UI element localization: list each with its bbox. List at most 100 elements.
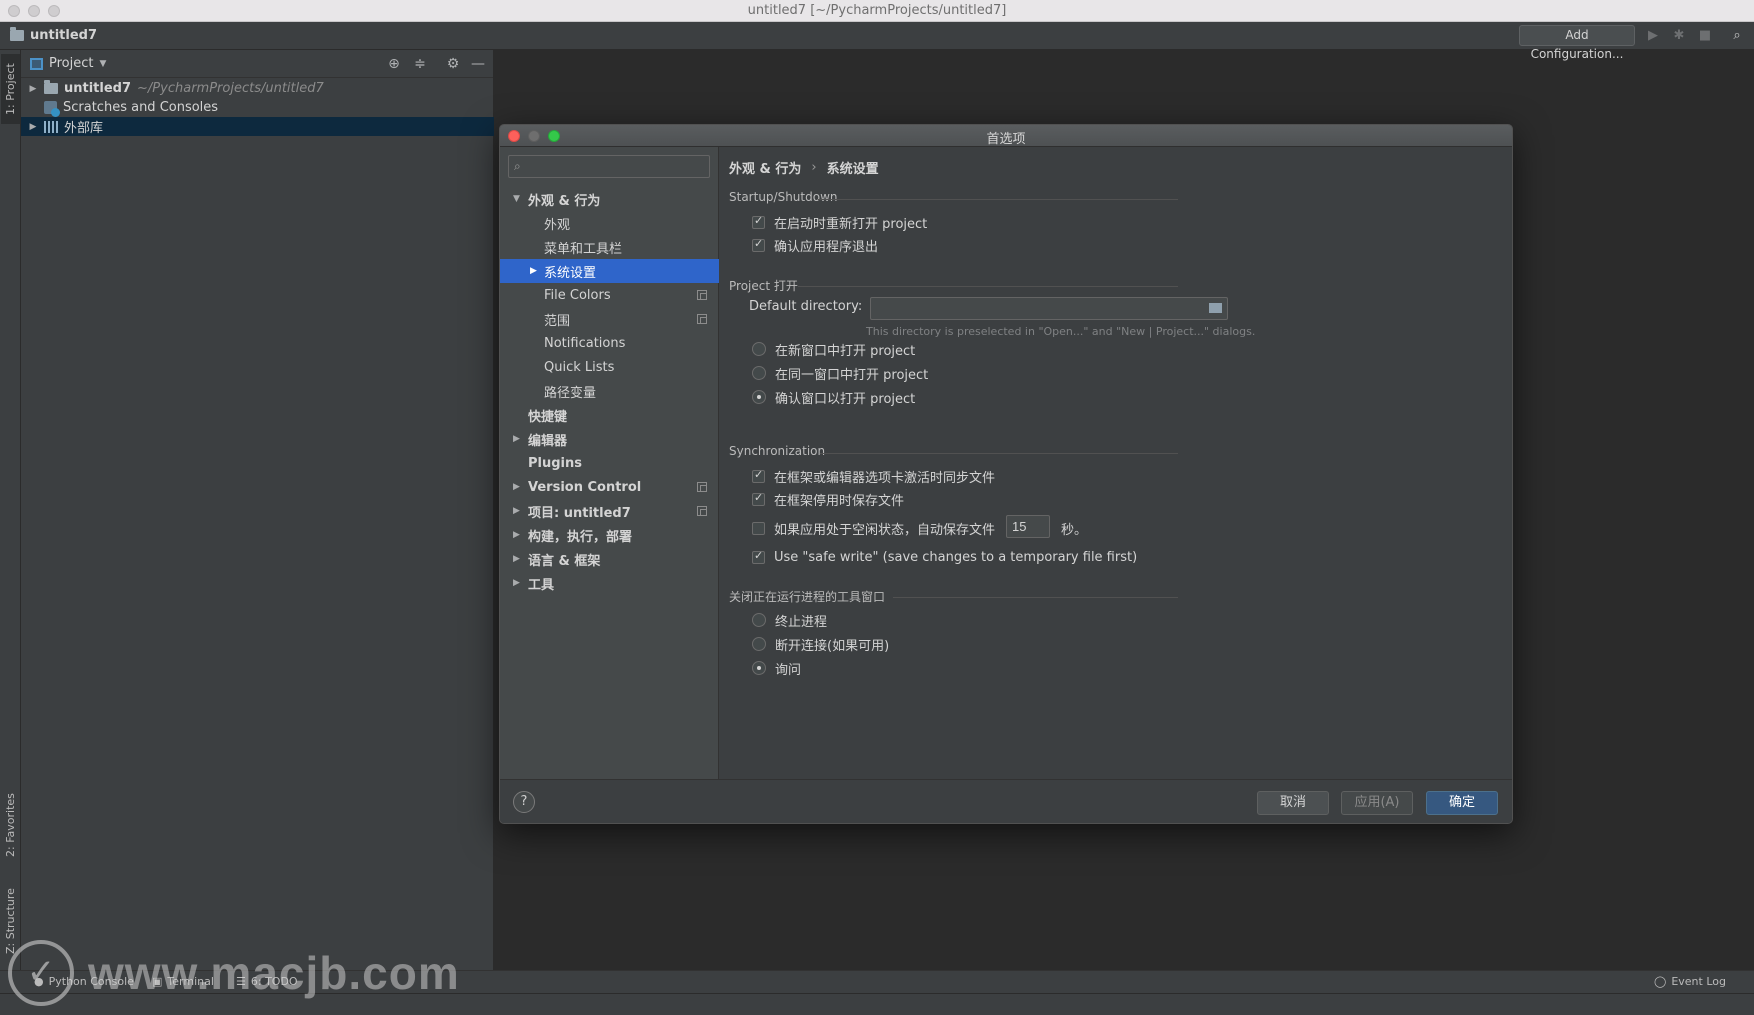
divider — [893, 597, 1178, 598]
nav-tools[interactable]: ▶ 工具 — [500, 571, 719, 595]
settings-content: 外观 & 行为 › 系统设置 Startup/Shutdown 在启动时重新打开… — [720, 147, 1512, 779]
save-on-deactivate-option[interactable]: 在框架停用时保存文件 — [752, 490, 904, 509]
watermark: ✓ www.macjb.com — [8, 940, 460, 1006]
browse-folder-icon[interactable] — [1209, 303, 1222, 313]
hide-icon[interactable]: — — [469, 55, 487, 73]
chevron-right-icon[interactable]: ▶ — [513, 578, 520, 588]
autosave-idle-checkbox[interactable] — [752, 521, 765, 535]
project-panel-header: Project ▼ ⊕ ≑ ⚙ — — [21, 50, 493, 78]
default-directory-field[interactable] — [870, 297, 1228, 320]
reopen-project-option[interactable]: 在启动时重新打开 project — [752, 213, 927, 232]
open-new-window-option[interactable]: 在新窗口中打开 project — [752, 340, 915, 359]
confirm-exit-checkbox[interactable] — [752, 237, 765, 252]
confirm-exit-option[interactable]: 确认应用程序退出 — [752, 236, 878, 255]
chevron-right-icon[interactable]: ▶ — [513, 482, 520, 492]
nav-menus-toolbars[interactable]: 菜单和工具栏 — [500, 235, 719, 259]
open-new-window-radio[interactable] — [752, 342, 766, 356]
checkmark-logo-icon: ✓ — [8, 940, 74, 1006]
debug-icon[interactable]: ✱ — [1671, 28, 1687, 44]
nav-system-settings[interactable]: ▶ 系统设置 — [500, 259, 719, 283]
autosave-seconds-input[interactable] — [1006, 515, 1050, 538]
chevron-right-icon[interactable]: ▶ — [513, 530, 520, 540]
tab-favorites[interactable]: 2: Favorites — [1, 782, 20, 868]
default-directory-hint: This directory is preselected in "Open..… — [866, 325, 1256, 338]
section-project-opening: Project 打开 — [729, 279, 798, 293]
chevron-right-icon[interactable]: ▶ — [26, 122, 40, 132]
tree-item-external-libraries[interactable]: ▶ 外部库 — [21, 117, 494, 136]
event-log-icon: ◯ — [1654, 975, 1667, 988]
chevron-right-icon[interactable]: ▶ — [513, 506, 520, 516]
gear-icon[interactable]: ⚙ — [444, 55, 462, 73]
divider — [818, 199, 1178, 200]
run-icon[interactable]: ▶ — [1645, 28, 1661, 44]
help-button[interactable]: ? — [513, 791, 535, 813]
nav-version-control[interactable]: ▶ Version Control — [500, 475, 719, 499]
stop-icon[interactable]: ■ — [1697, 28, 1713, 44]
open-same-window-option[interactable]: 在同一窗口中打开 project — [752, 364, 928, 383]
open-same-window-radio[interactable] — [752, 366, 766, 380]
nav-appearance-behavior[interactable]: ▼ 外观 & 行为 — [500, 187, 719, 211]
autosave-idle-option[interactable]: 如果应用处于空闲状态，自动保存文件 — [752, 519, 995, 538]
nav-build-execution-deployment[interactable]: ▶ 构建，执行，部署 — [500, 523, 719, 547]
ok-button[interactable]: 确定 — [1426, 791, 1498, 815]
nav-plugins[interactable]: Plugins — [500, 451, 719, 475]
folder-icon — [44, 80, 58, 94]
window-title: untitled7 [~/PycharmProjects/untitled7] — [747, 3, 1007, 18]
nav-path-variables[interactable]: 路径变量 — [500, 379, 719, 403]
tree-item-scratches[interactable]: Scratches and Consoles — [21, 98, 494, 117]
project-scope-icon — [697, 290, 707, 300]
chevron-right-icon[interactable]: ▶ — [513, 434, 520, 444]
settings-search-input[interactable] — [531, 158, 701, 175]
ask-radio[interactable] — [752, 661, 766, 675]
confirm-window-radio[interactable] — [752, 390, 766, 404]
project-name: untitled7 — [30, 28, 98, 43]
left-tool-strip: 1: Project 2: Favorites Z: Structure — [0, 50, 21, 993]
tree-item-project-root[interactable]: ▶ untitled7 ~/PycharmProjects/untitled7 — [21, 79, 494, 98]
preferences-dialog: 首选项 ⌕ ▼ 外观 & 行为 外观 菜单和工具栏 ▶ 系统设置 File Co… — [499, 124, 1513, 824]
nav-keymap[interactable]: 快捷键 — [500, 403, 719, 427]
nav-appearance[interactable]: 外观 — [500, 211, 719, 235]
chevron-right-icon[interactable]: ▶ — [513, 554, 520, 564]
cancel-button[interactable]: 取消 — [1257, 791, 1329, 815]
sync-on-activate-option[interactable]: 在框架或编辑器选项卡激活时同步文件 — [752, 467, 995, 486]
settings-search[interactable]: ⌕ — [508, 155, 710, 178]
disconnect-radio[interactable] — [752, 637, 766, 651]
locate-icon[interactable]: ⊕ — [385, 55, 403, 73]
nav-editor[interactable]: ▶ 编辑器 — [500, 427, 719, 451]
chevron-down-icon[interactable]: ▼ — [513, 194, 520, 204]
tab-project[interactable]: 1: Project — [1, 54, 20, 124]
nav-quick-lists[interactable]: Quick Lists — [500, 355, 719, 379]
chevron-right-icon[interactable]: ▶ — [26, 84, 40, 94]
project-view-selector[interactable]: Project ▼ — [30, 56, 106, 71]
default-directory-input[interactable] — [875, 300, 1195, 317]
project-scope-icon — [697, 482, 707, 492]
event-log-button[interactable]: ◯ Event Log — [1654, 975, 1726, 988]
project-panel: Project ▼ ⊕ ≑ ⚙ — ▶ untitled7 ~/PycharmP… — [21, 50, 494, 970]
project-breadcrumb[interactable]: untitled7 — [10, 27, 98, 43]
apply-button[interactable]: 应用(A) — [1341, 791, 1413, 815]
add-configuration-button[interactable]: Add Configuration... — [1519, 25, 1635, 61]
breadcrumb: 外观 & 行为 › 系统设置 — [729, 160, 879, 177]
terminate-process-radio[interactable] — [752, 613, 766, 627]
project-view-icon — [30, 57, 43, 70]
nav-project[interactable]: ▶ 项目: untitled7 — [500, 499, 719, 523]
sync-on-activate-checkbox[interactable] — [752, 468, 765, 483]
safe-write-checkbox[interactable] — [752, 549, 765, 564]
safe-write-option[interactable]: Use "safe write" (save changes to a temp… — [752, 548, 1137, 566]
nav-languages-frameworks[interactable]: ▶ 语言 & 框架 — [500, 547, 719, 571]
nav-file-colors[interactable]: File Colors — [500, 283, 719, 307]
section-startup-shutdown: Startup/Shutdown — [729, 190, 838, 204]
confirm-window-option[interactable]: 确认窗口以打开 project — [752, 388, 915, 407]
search-icon: ⌕ — [514, 159, 521, 173]
reopen-project-checkbox[interactable] — [752, 214, 765, 229]
nav-notifications[interactable]: Notifications — [500, 331, 719, 355]
ask-option[interactable]: 询问 — [752, 659, 801, 678]
chevron-right-icon[interactable]: ▶ — [530, 266, 537, 276]
collapse-all-icon[interactable]: ≑ — [411, 55, 429, 73]
terminate-process-option[interactable]: 终止进程 — [752, 611, 827, 630]
divider — [798, 286, 1178, 287]
search-everywhere-icon[interactable]: ⌕ — [1729, 28, 1745, 44]
nav-scopes[interactable]: 范围 — [500, 307, 719, 331]
save-on-deactivate-checkbox[interactable] — [752, 491, 765, 506]
disconnect-option[interactable]: 断开连接(如果可用) — [752, 635, 889, 654]
